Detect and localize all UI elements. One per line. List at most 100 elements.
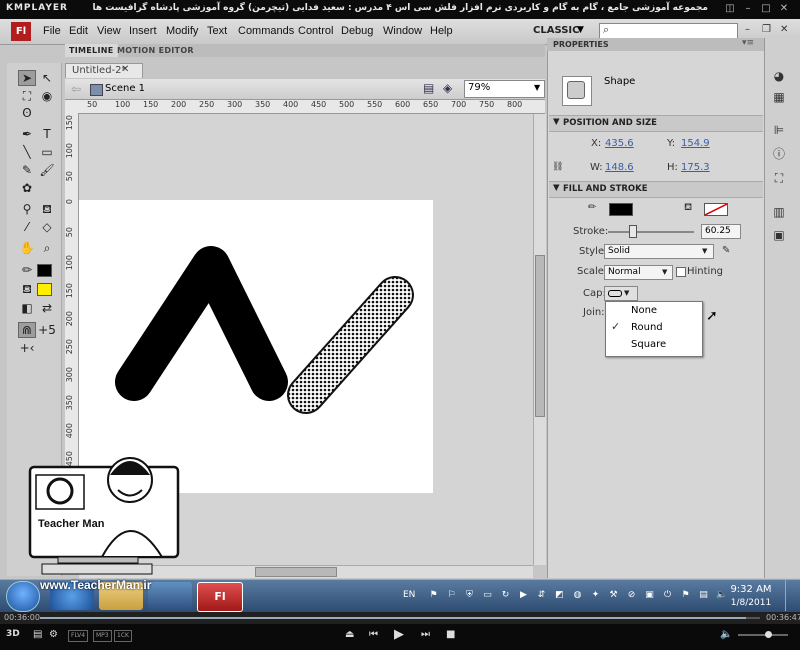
back-arrow-icon[interactable]: ⇦ [71, 82, 81, 96]
bone-tool-icon[interactable]: ⚲ [18, 201, 36, 217]
menu-modify[interactable]: Modify [166, 25, 198, 37]
stroke-color-swatch[interactable] [37, 264, 52, 277]
settings-gear-icon[interactable]: ⚙ [49, 629, 58, 640]
smooth-icon[interactable]: +5 [38, 322, 56, 338]
tray-tool-icon[interactable]: ⚒ [608, 590, 619, 601]
menu-insert[interactable]: Insert [129, 25, 157, 37]
eject-icon[interactable]: ⏏ [345, 629, 354, 640]
line-tool-icon[interactable]: ╲ [18, 144, 36, 160]
tray-network-icon[interactable]: ⚐ [446, 590, 457, 601]
close-icon[interactable]: ✕ [778, 3, 790, 15]
y-value[interactable]: 154.9 [681, 138, 710, 149]
lock-proportions-icon[interactable]: ⛓ [552, 162, 563, 172]
swatches-panel-icon[interactable]: ▦ [771, 89, 787, 105]
menu-control[interactable]: Control [298, 25, 333, 37]
workspace-switcher[interactable]: CLASSIC [533, 25, 579, 36]
pen-tool-icon[interactable]: ✒ [18, 126, 36, 142]
menu-help[interactable]: Help [430, 25, 453, 37]
playlist-icon[interactable]: ▤ [33, 629, 42, 640]
zoom-tool-icon[interactable]: ⌕ [38, 240, 56, 256]
menu-text[interactable]: Text [207, 25, 227, 37]
w-value[interactable]: 148.6 [605, 162, 634, 173]
tray-globe-icon[interactable]: ◍ [572, 590, 583, 601]
3d-rotation-tool-icon[interactable]: ◉ [38, 88, 56, 104]
tray-monitor-icon[interactable]: ▭ [482, 590, 493, 601]
search-input[interactable] [599, 23, 738, 39]
minimize-icon[interactable]: – [745, 24, 750, 35]
media-taskbar-icon[interactable] [148, 582, 192, 610]
color-panel-icon[interactable]: ◕ [771, 68, 787, 84]
tray-security-icon[interactable]: ✦ [590, 590, 601, 601]
close-icon[interactable]: ✕ [780, 24, 788, 35]
free-transform-tool-icon[interactable]: ⛶ [18, 88, 36, 104]
rectangle-tool-icon[interactable]: ▭ [38, 144, 56, 160]
menu-edit[interactable]: Edit [69, 25, 88, 37]
volume-knob[interactable] [765, 631, 772, 638]
style-select[interactable]: Solid [604, 244, 714, 259]
align-panel-icon[interactable]: ⊫ [771, 122, 787, 138]
brush-tool-icon[interactable]: 🖌 [38, 162, 56, 178]
hand-tool-icon[interactable]: ✋ [18, 240, 36, 256]
stroke-color-icon[interactable]: ✏ [18, 262, 36, 278]
menu-window[interactable]: Window [383, 25, 422, 37]
3d-toggle-icon[interactable]: 3D [6, 629, 20, 639]
tray-shield-icon[interactable]: ⛨ [464, 590, 475, 601]
close-icon[interactable]: ✕ [121, 64, 129, 75]
scene-label[interactable]: Scene 1 [105, 83, 145, 94]
tray-monitor2-icon[interactable]: ▣ [644, 590, 655, 601]
eyedropper-tool-icon[interactable]: ⁄ [18, 219, 36, 235]
subselection-tool-icon[interactable]: ↖ [38, 70, 56, 86]
edit-stroke-style-icon[interactable]: ✎ [722, 245, 730, 256]
round-cap-stroke[interactable] [115, 246, 288, 401]
clock-time[interactable]: 9:32 AM [730, 584, 772, 595]
snap-to-objects-icon[interactable]: ⋒ [18, 322, 36, 338]
lasso-tool-icon[interactable]: ʘ [18, 105, 36, 121]
show-desktop-button[interactable] [785, 580, 800, 611]
paint-bucket-tool-icon[interactable]: ⛾ [38, 201, 56, 217]
straighten-icon[interactable]: +‹ [18, 340, 36, 356]
language-indicator[interactable]: EN [403, 590, 415, 600]
stroke-width-input[interactable]: 60.25 [701, 224, 741, 239]
tray-app-icon[interactable]: ◩ [554, 590, 565, 601]
transform-panel-icon[interactable]: ⛶ [771, 170, 787, 186]
volume-slider[interactable] [738, 634, 788, 636]
library-panel-icon[interactable]: ▣ [771, 227, 787, 243]
tab-timeline[interactable]: TIMELINE [65, 44, 118, 57]
tray-sync-icon[interactable]: ↻ [500, 590, 511, 601]
next-icon[interactable]: ⏭ [421, 629, 430, 640]
fill-color-swatch[interactable] [704, 203, 728, 216]
pin-icon[interactable]: ◫ [724, 3, 736, 15]
speaker-icon[interactable]: 🔈 [720, 629, 732, 640]
previous-icon[interactable]: ⏮ [369, 629, 378, 640]
horizontal-scroll-thumb[interactable] [255, 567, 337, 577]
stroke-color-swatch[interactable] [609, 203, 633, 216]
fill-color-swatch[interactable] [37, 283, 52, 296]
tray-play-icon[interactable]: ▶ [518, 590, 529, 601]
edit-symbols-icon[interactable]: ◈ [443, 81, 452, 95]
tab-motion-editor[interactable]: MOTION EDITOR [113, 44, 198, 57]
panel-menu-icon[interactable]: ▾≡ [742, 38, 754, 48]
stop-icon[interactable]: ■ [446, 629, 455, 640]
deco-tool-icon[interactable]: ✿ [18, 180, 36, 196]
minimize-icon[interactable]: – [742, 3, 754, 15]
black-white-icon[interactable]: ◧ [18, 300, 36, 316]
fill-color-icon[interactable]: ⛾ [18, 281, 36, 297]
tray-arrows-icon[interactable]: ⇵ [536, 590, 547, 601]
tray-network2-icon[interactable]: ▤ [698, 590, 709, 601]
tray-volume-icon[interactable]: 🔈 [716, 590, 727, 601]
text-tool-icon[interactable]: T [38, 126, 56, 142]
restore-icon[interactable]: ❐ [762, 24, 771, 35]
tray-power-icon[interactable]: ⏻ [662, 590, 673, 601]
stroke-slider-track[interactable] [608, 231, 694, 233]
hinting-checkbox[interactable] [676, 267, 686, 277]
cap-option-round[interactable]: Round [631, 322, 663, 333]
components-panel-icon[interactable]: ▥ [771, 204, 787, 220]
selection-tool-icon[interactable]: ➤ [18, 70, 36, 86]
eraser-tool-icon[interactable]: ◇ [38, 219, 56, 235]
menu-file[interactable]: File [43, 25, 61, 37]
tray-nosign-icon[interactable]: ⊘ [626, 590, 637, 601]
play-icon[interactable]: ▶ [394, 627, 404, 642]
tray-action-center-icon[interactable]: ⚑ [680, 590, 691, 601]
start-button[interactable] [6, 581, 40, 612]
tray-flag-icon[interactable]: ⚑ [428, 590, 439, 601]
